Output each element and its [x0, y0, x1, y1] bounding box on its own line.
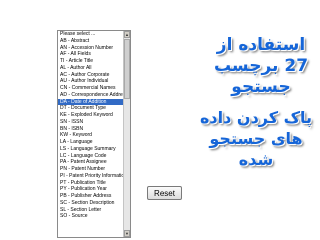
- callout-use-27-field-tags: استفاده از 27 برچسب جستجو: [206, 35, 316, 98]
- list-item[interactable]: SN - ISSN: [58, 119, 124, 126]
- list-item[interactable]: AD - Correspondence Address: [58, 92, 124, 99]
- list-item[interactable]: PA - Patent Assignee: [58, 159, 124, 166]
- callout-line: استفاده از: [216, 35, 306, 55]
- search-field-options: Please select ... AB - Abstract AN - Acces…: [58, 31, 124, 220]
- list-item[interactable]: DT - Document Type: [58, 105, 124, 112]
- callout-line: جستجو: [231, 77, 291, 97]
- scroll-up-arrow-icon[interactable]: ▲: [124, 31, 130, 38]
- list-item[interactable]: KW - Keyword: [58, 132, 124, 139]
- list-item-selected[interactable]: DA - Date of Addition: [58, 98, 124, 106]
- list-item[interactable]: PT - Publication Title: [58, 180, 124, 187]
- list-item[interactable]: PI - Patent Priority Information: [58, 173, 124, 180]
- list-item[interactable]: CN - Commercial Names: [58, 85, 124, 92]
- list-item[interactable]: AN - Accession Number: [58, 45, 124, 52]
- list-item[interactable]: PY - Publication Year: [58, 186, 124, 193]
- reset-button[interactable]: Reset: [147, 186, 182, 200]
- scroll-thumb[interactable]: [124, 39, 130, 99]
- callout-line: شده: [238, 150, 274, 169]
- list-item[interactable]: BN - ISBN: [58, 126, 124, 133]
- callout-clear-search: پاک کردن داده های جستجو شده: [194, 107, 318, 170]
- list-item[interactable]: AC - Author Corporate: [58, 72, 124, 79]
- list-item[interactable]: LA - Language: [58, 139, 124, 146]
- list-item[interactable]: SL - Section Letter: [58, 207, 124, 214]
- list-item[interactable]: SC - Section Description: [58, 200, 124, 207]
- list-item[interactable]: AF - All Fields: [58, 51, 124, 58]
- list-item[interactable]: PN - Patent Number: [58, 166, 124, 173]
- list-item[interactable]: KE - Exploded Keyword: [58, 112, 124, 119]
- callout-line: 27 برچسب: [213, 56, 309, 76]
- list-item[interactable]: TI - Article Title: [58, 58, 124, 65]
- list-item[interactable]: AB - Abstract: [58, 38, 124, 45]
- search-field-listbox[interactable]: Please select ... AB - Abstract AN - Acces…: [57, 30, 131, 238]
- list-item[interactable]: Please select ...: [58, 31, 124, 38]
- list-item[interactable]: LC - Language Code: [58, 153, 124, 160]
- list-item[interactable]: AU - Author Individual: [58, 78, 124, 85]
- list-item[interactable]: AL - Author All: [58, 65, 124, 72]
- listbox-scrollbar[interactable]: ▲ ▼: [123, 31, 130, 237]
- scroll-down-arrow-icon[interactable]: ▼: [124, 230, 130, 237]
- list-item[interactable]: SO - Source: [58, 213, 124, 220]
- list-item[interactable]: PB - Publisher Address: [58, 193, 124, 200]
- callout-line: پاک کردن داده: [199, 108, 312, 127]
- callout-line: های جستجو: [209, 129, 303, 148]
- list-item[interactable]: LS - Language Summary: [58, 146, 124, 153]
